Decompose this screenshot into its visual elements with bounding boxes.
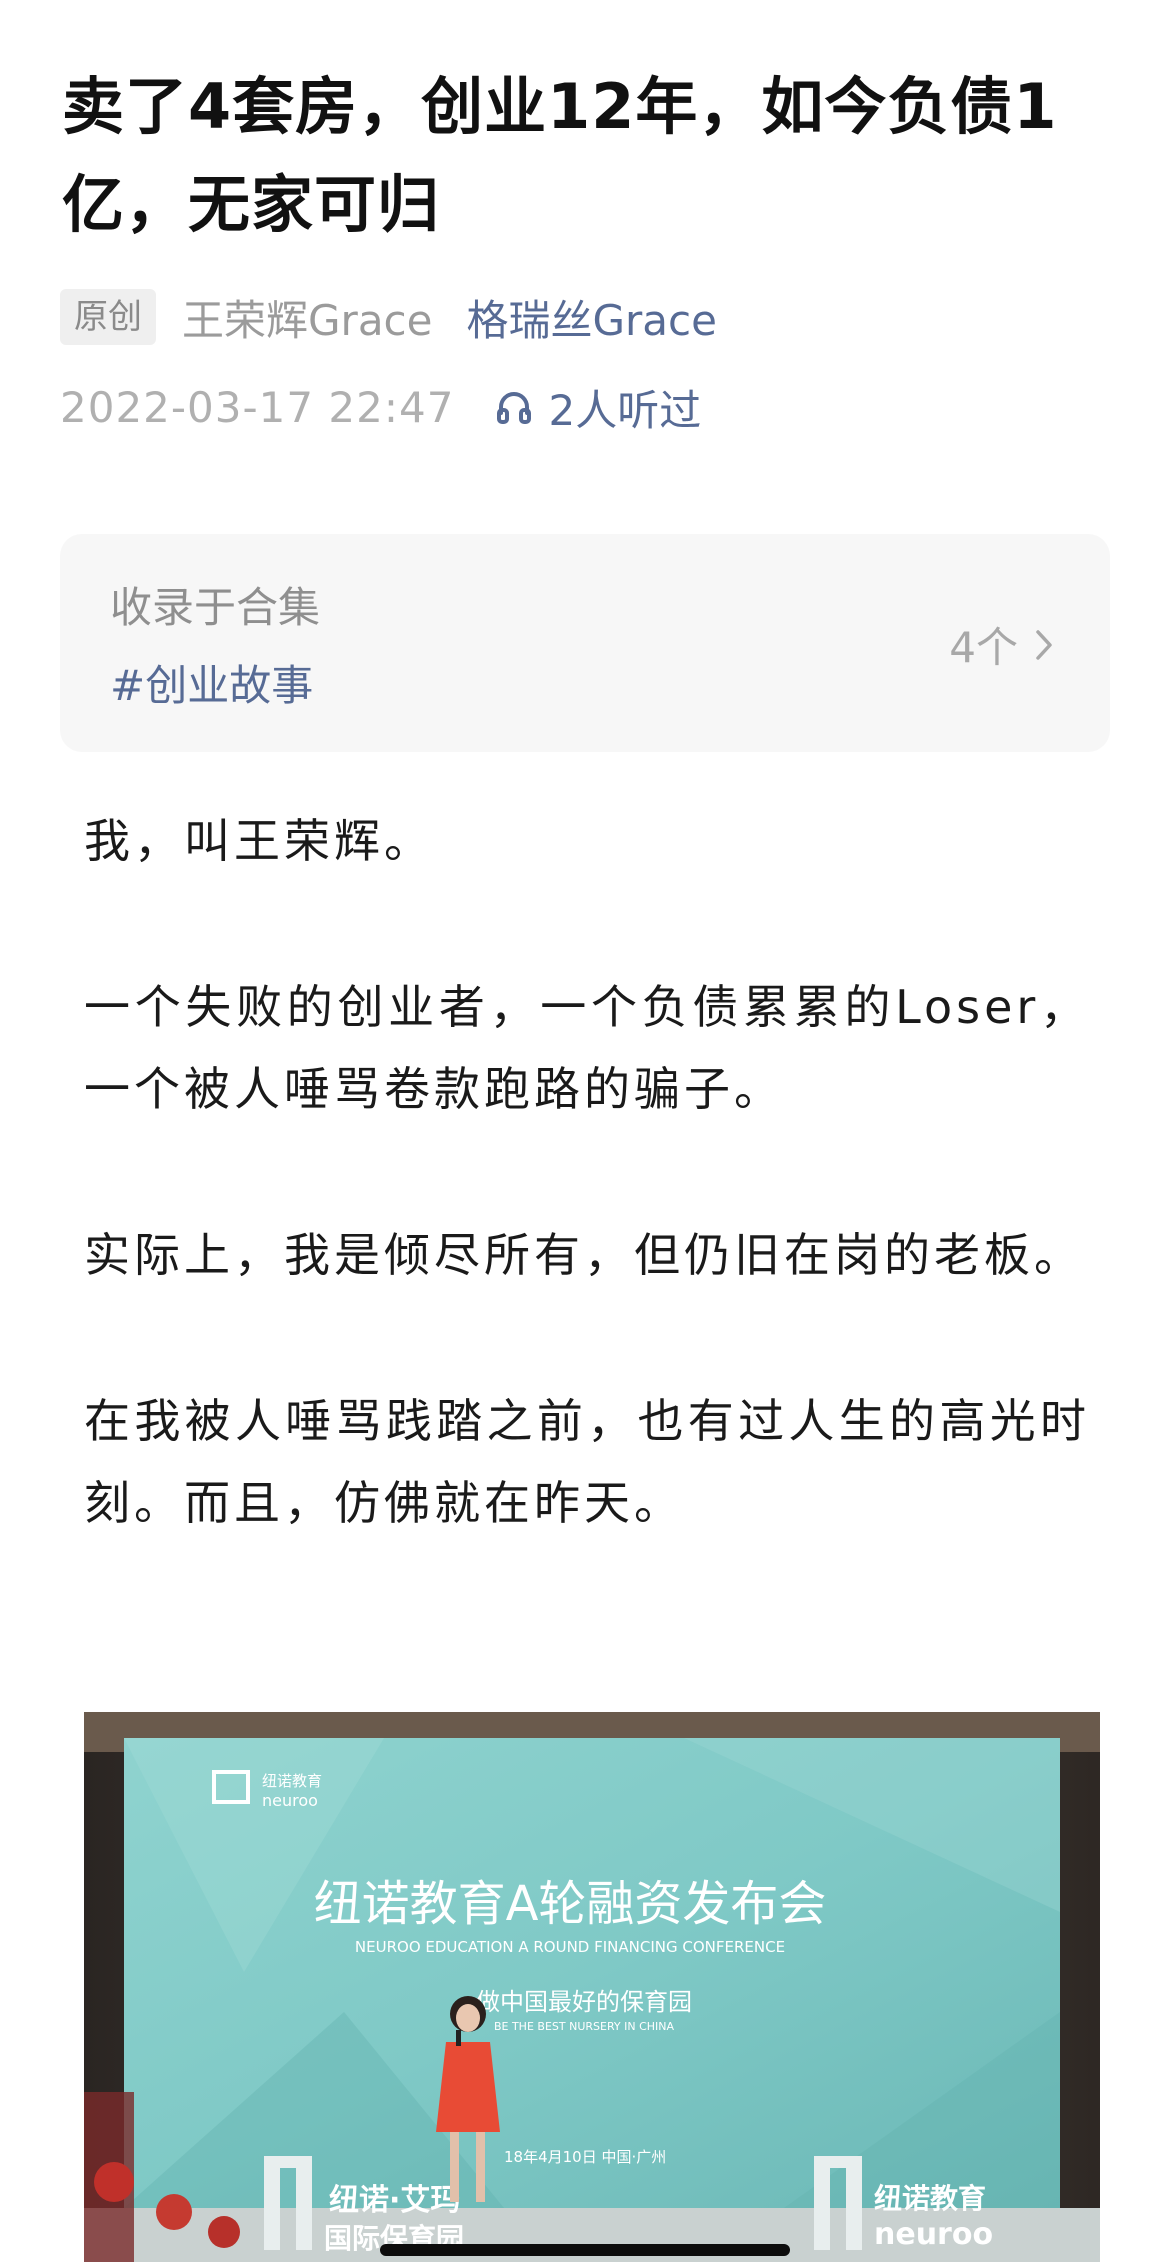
listen-button[interactable]: 2人听过: [494, 377, 701, 438]
collection-count-text: 4个: [949, 623, 1018, 672]
article-photo[interactable]: 纽诺教育 neuroo 纽诺教育A轮融资发布会 NEUROO EDUCATION…: [84, 1712, 1100, 2262]
article-meta: 原创 王荣辉Grace 格瑞丝Grace: [60, 288, 717, 346]
screen-brand-cn: 纽诺教育: [874, 2182, 986, 2215]
screen-slogan: 做中国最好的保育园: [476, 1988, 692, 2016]
screen-headline: 纽诺教育A轮融资发布会: [314, 1876, 827, 1932]
collection-card[interactable]: 收录于合集 #创业故事 4个: [60, 534, 1110, 752]
account-link[interactable]: 格瑞丝Grace: [466, 287, 716, 348]
paragraph: 在我被人唾骂践踏之前，也有过人生的高光时刻。而且，仿佛就在昨天。: [84, 1394, 1090, 1530]
home-indicator[interactable]: [380, 2244, 790, 2256]
paragraph: 我，叫王荣辉。: [84, 814, 434, 868]
collection-label: 收录于合集: [110, 583, 321, 632]
headphones-icon: [497, 392, 532, 424]
collection-count[interactable]: 4个: [949, 614, 1056, 675]
chevron-right-icon: [1036, 629, 1052, 660]
screen-sub-brand: 纽诺·艾玛: [329, 2183, 460, 2218]
screen-headline-en: NEUROO EDUCATION A ROUND FINANCING CONFE…: [355, 1938, 785, 1956]
screen-logo-cn: 纽诺教育: [262, 1772, 322, 1790]
paragraph: 实际上，我是倾尽所有，但仍旧在岗的老板。: [84, 1228, 1084, 1282]
collection-tag[interactable]: #创业故事: [110, 652, 313, 713]
listen-count: 2人听过: [548, 385, 702, 435]
article-title: 卖了4套房，创业12年，如今负债1亿，无家可归: [62, 70, 1058, 241]
screen-brand-en: neuroo: [874, 2217, 993, 2252]
screen-slogan-en: BE THE BEST NURSERY IN CHINA: [494, 2020, 675, 2033]
original-badge: 原创: [60, 289, 156, 345]
article-body: 我，叫王荣辉。 一个失败的创业者，一个负债累累的Loser，一个被人唾骂卷款跑路…: [84, 800, 1090, 1628]
publish-date: 2022-03-17 22:47: [60, 382, 455, 432]
author-name: 王荣辉Grace: [182, 295, 433, 345]
screen-logo-en: neuroo: [262, 1791, 318, 1810]
article-info: 2022-03-17 22:47 2人听过: [60, 378, 701, 436]
screen-date: 18年4月10日 中国·广州: [504, 2148, 666, 2166]
conference-photo: 纽诺教育 neuroo 纽诺教育A轮融资发布会 NEUROO EDUCATION…: [84, 1712, 1100, 2262]
paragraph: 一个失败的创业者，一个负债累累的Loser，一个被人唾骂卷款跑路的骗子。: [84, 980, 1090, 1116]
